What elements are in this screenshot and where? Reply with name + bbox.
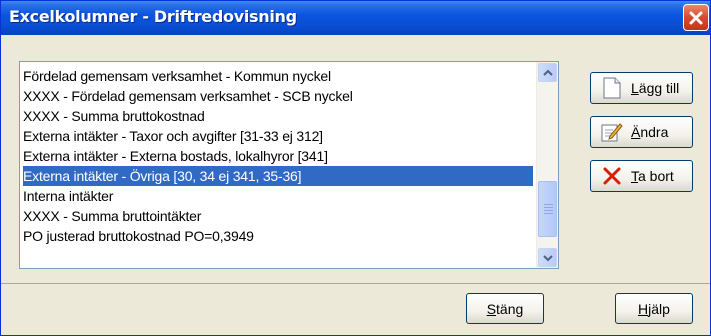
dialog-window: Excelkolumner - Driftredovisning Fördela… <box>0 0 711 336</box>
close-icon <box>689 11 703 24</box>
delete-button[interactable]: Ta bort <box>590 160 693 192</box>
add-button[interactable]: Lägg till <box>590 72 693 104</box>
help-button-label: jälp <box>648 300 670 317</box>
list-item[interactable]: Fördelad gemensam verksamhet - Kommun ny… <box>23 66 533 86</box>
edit-document-icon <box>599 121 625 143</box>
chevron-down-icon <box>542 254 553 261</box>
list-item[interactable]: Externa intäkter - Taxor och avgifter [3… <box>23 126 533 146</box>
close-button-accel: S <box>486 300 497 317</box>
close-button-label: täng <box>496 300 524 317</box>
list-item[interactable]: Externa intäkter - Externa bostads, loka… <box>23 146 533 166</box>
vertical-scrollbar[interactable] <box>536 62 558 268</box>
list-item[interactable]: Interna intäkter <box>23 186 533 206</box>
edit-button-label: ndra <box>640 124 669 140</box>
title-bar[interactable]: Excelkolumner - Driftredovisning <box>1 1 710 35</box>
scroll-down-button[interactable] <box>538 248 557 267</box>
delete-button-accel: T <box>631 168 638 184</box>
dialog-footer <box>1 284 710 335</box>
add-button-accel: L <box>631 80 639 96</box>
column-listbox[interactable]: Fördelad gemensam verksamhet - Kommun ny… <box>19 61 559 269</box>
list-item[interactable]: PO justerad bruttokostnad PO=0,3949 <box>23 226 533 246</box>
scroll-up-button[interactable] <box>538 63 557 82</box>
red-x-icon <box>599 165 625 187</box>
help-button-accel: H <box>638 300 649 317</box>
list-item[interactable]: XXXX - Fördelad gemensam verksamhet - SC… <box>23 86 533 106</box>
list-item[interactable]: XXXX - Summa bruttointäkter <box>23 206 533 226</box>
chevron-up-icon <box>542 69 553 76</box>
list-item-selected[interactable]: Externa intäkter - Övriga [30, 34 ej 341… <box>23 166 533 186</box>
help-button[interactable]: Hjälp <box>615 293 693 324</box>
edit-button[interactable]: Ändra <box>590 116 693 148</box>
new-document-icon <box>599 77 625 99</box>
add-button-label: ägg till <box>638 80 680 96</box>
window-title: Excelkolumner - Driftredovisning <box>9 7 297 26</box>
scroll-thumb[interactable] <box>538 181 557 237</box>
window-close-button[interactable] <box>683 4 709 31</box>
delete-button-label: a bort <box>638 168 674 184</box>
close-button[interactable]: Stäng <box>466 293 544 324</box>
edit-button-accel: Ä <box>631 124 641 140</box>
list-item[interactable]: XXXX - Summa bruttokostnad <box>23 106 533 126</box>
